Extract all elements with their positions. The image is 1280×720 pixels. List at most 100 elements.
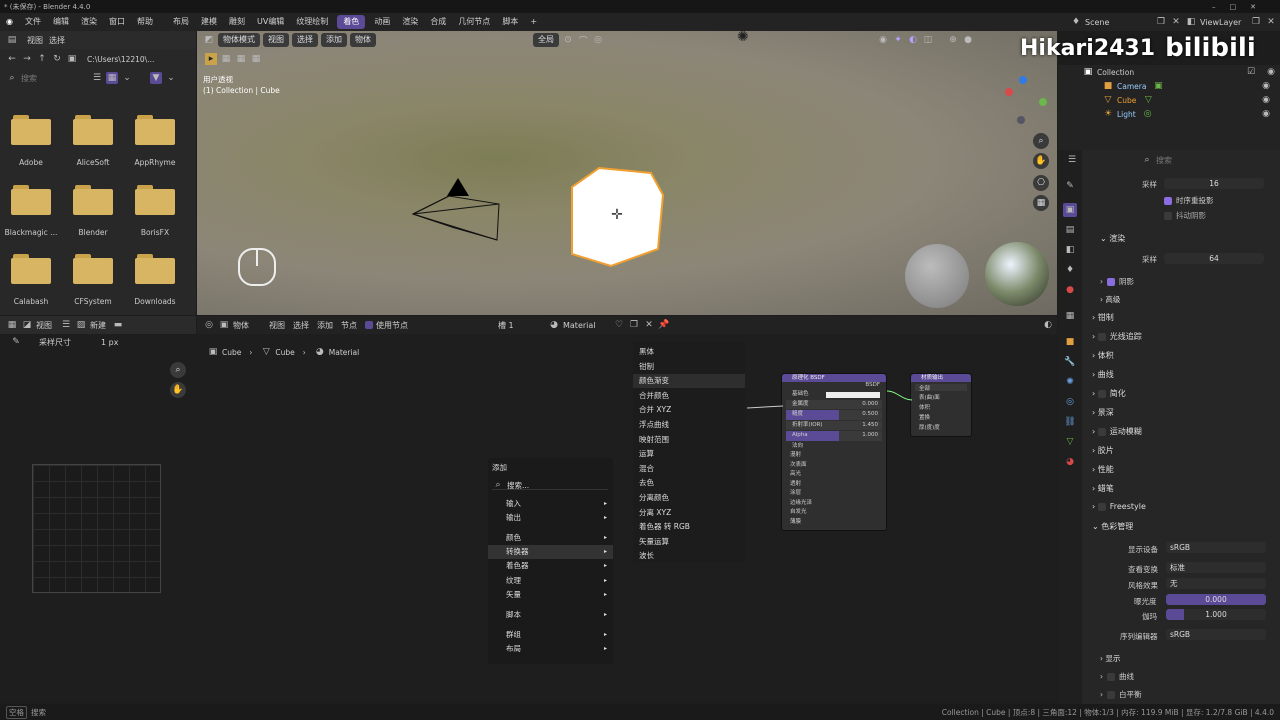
output-socket-thickness[interactable]: 厚(度)度 xyxy=(911,423,971,433)
add-menu-item-color[interactable]: 颜色 ▸ xyxy=(488,531,613,545)
camera-object[interactable] xyxy=(407,166,507,246)
tab-compositing[interactable]: 合成 xyxy=(424,13,452,31)
outliner-row[interactable]: ▣ Collection ☑ ◉ xyxy=(1058,65,1280,79)
light-data-icon[interactable]: ◎ xyxy=(1142,108,1154,120)
ne-add-menu[interactable]: 添加 xyxy=(317,320,333,331)
collection-tab-icon[interactable]: ▦ xyxy=(1064,310,1076,322)
pivot-icon[interactable]: ⊙ xyxy=(562,34,574,46)
tab-rendering[interactable]: 渲染 xyxy=(396,13,424,31)
folder-icon[interactable] xyxy=(73,115,113,145)
list-view-icon[interactable]: ☰ xyxy=(91,72,103,84)
converter-item[interactable]: 分离 XYZ xyxy=(633,506,745,520)
filter-dropdown-icon[interactable]: ⌄ xyxy=(165,72,177,84)
checkbox-icon[interactable] xyxy=(1097,502,1106,511)
new-folder-icon[interactable]: ▣ xyxy=(66,53,78,65)
tab-shading[interactable]: 着色 xyxy=(337,15,366,29)
vp-add-menu[interactable]: 添加 xyxy=(321,33,347,47)
editor-type-icon[interactable]: ◎ xyxy=(203,319,215,331)
copy-material-icon[interactable]: ❐ xyxy=(628,319,640,331)
bsdf-input-row[interactable]: 漫射 xyxy=(782,451,886,461)
checkbox-icon[interactable] xyxy=(1164,211,1172,220)
eye-icon[interactable]: ◉ xyxy=(1260,94,1272,106)
vp-object-menu[interactable]: 物体 xyxy=(350,33,376,47)
pan-hand-icon[interactable]: ✋ xyxy=(170,382,186,398)
bsdf-input-row[interactable]: 薄膜 xyxy=(782,518,886,528)
converter-item[interactable]: 矢量运算 xyxy=(633,535,745,549)
properties-section[interactable]: ⌄ 色彩管理 xyxy=(1092,521,1133,532)
material-tab-icon[interactable]: ◕ xyxy=(1064,456,1076,468)
light-object-icon[interactable]: ✺ xyxy=(737,31,749,45)
scene-name[interactable]: Scene xyxy=(1085,18,1155,27)
eye-icon[interactable]: ◉ xyxy=(1265,66,1277,78)
neg-z-axis-icon[interactable] xyxy=(1017,116,1025,124)
output-tab-icon[interactable]: ▤ xyxy=(1064,224,1076,236)
exposure-field[interactable]: 0.000 xyxy=(1166,594,1266,605)
converter-item[interactable]: 运算 xyxy=(633,447,745,461)
world-tab-icon[interactable]: ● xyxy=(1064,284,1076,296)
display-device-dropdown[interactable]: sRGB xyxy=(1166,542,1266,553)
physics-tab-icon[interactable]: ◎ xyxy=(1064,396,1076,408)
menu-file[interactable]: 文件 xyxy=(19,13,47,31)
object-tab-icon[interactable]: ■ xyxy=(1064,336,1076,348)
close-scene-icon[interactable]: ✕ xyxy=(1170,16,1182,28)
menu-help[interactable]: 帮助 xyxy=(131,13,159,31)
transform-orientation-dropdown[interactable]: 全局 xyxy=(533,33,559,47)
tab-layout[interactable]: 布局 xyxy=(167,13,195,31)
display-subsection[interactable]: › 显示 xyxy=(1100,653,1120,664)
output-target-dropdown[interactable]: 全部 xyxy=(915,384,967,392)
menu-edit[interactable]: 编辑 xyxy=(47,13,75,31)
editor-type-icon[interactable]: ▦ xyxy=(6,319,18,331)
outliner-row[interactable]: ■ Camera ▣ ◉ xyxy=(1058,79,1280,93)
scene-tab-icon[interactable]: ♦ xyxy=(1064,264,1076,276)
bsdf-input-row[interactable]: 法向 xyxy=(782,442,886,452)
properties-section[interactable]: › 体积 xyxy=(1092,350,1114,361)
zoom-icon[interactable]: ⌕ xyxy=(1033,133,1049,149)
checkbox-icon[interactable] xyxy=(1097,389,1106,398)
fb-search-input[interactable]: 搜索 xyxy=(21,73,91,84)
bsdf-input-row[interactable]: 高光 xyxy=(782,470,886,480)
outliner-row[interactable]: ☀ Light ◎ ◉ xyxy=(1058,107,1280,121)
properties-section[interactable]: › 蜡笔 xyxy=(1092,483,1114,494)
shader-type-dropdown[interactable]: 物体 xyxy=(233,320,249,331)
navigation-gizmo[interactable] xyxy=(997,76,1053,132)
copy-scene-icon[interactable]: ❐ xyxy=(1155,16,1167,28)
copy-layer-icon[interactable]: ❐ xyxy=(1250,16,1262,28)
jitter-shadows-row[interactable]: 抖动阴影 xyxy=(1164,210,1206,221)
back-icon[interactable]: ← xyxy=(6,53,18,65)
add-workspace-button[interactable]: + xyxy=(524,13,543,31)
thumbnail-view-icon[interactable]: ▦ xyxy=(106,72,118,84)
constraints-tab-icon[interactable]: ⛓ xyxy=(1064,416,1076,428)
converter-item[interactable]: 浮点曲线 xyxy=(633,418,745,432)
look-dropdown[interactable]: 无 xyxy=(1166,578,1266,589)
curves-subsection[interactable]: › 曲线 xyxy=(1100,671,1134,682)
select-mode-icon[interactable]: ▦ xyxy=(235,53,247,65)
camera-data-icon[interactable]: ▣ xyxy=(1152,80,1164,92)
bsdf-input-row[interactable]: 自发光 xyxy=(782,508,886,518)
select-mode-icon[interactable]: ▦ xyxy=(220,53,232,65)
properties-section[interactable]: › 钳制 xyxy=(1092,312,1114,323)
properties-section[interactable]: › 性能 xyxy=(1092,464,1114,475)
tab-geometry-nodes[interactable]: 几何节点 xyxy=(452,13,496,31)
forward-icon[interactable]: → xyxy=(21,53,33,65)
render-samples-field[interactable]: 64 xyxy=(1164,253,1264,264)
data-tab-icon[interactable]: ▽ xyxy=(1064,436,1076,448)
tab-modeling[interactable]: 建模 xyxy=(195,13,223,31)
checkbox-icon[interactable] xyxy=(1107,672,1115,681)
bsdf-input-row[interactable]: 次表面 xyxy=(782,461,886,471)
shader-editor[interactable]: ◎ ▣ 物体 视图 选择 添加 节点 使用节点 槽 1 ◕ Material ♡… xyxy=(197,316,1057,700)
converter-item[interactable]: 黑体 xyxy=(633,345,745,359)
converter-item[interactable]: 映射范围 xyxy=(633,433,745,447)
bsdf-input-row[interactable]: 折射率(IOR) 1.450 xyxy=(786,420,882,430)
folder-icon[interactable] xyxy=(11,254,51,284)
properties-section[interactable]: › 景深 xyxy=(1092,407,1114,418)
converter-item[interactable]: 分离颜色 xyxy=(633,491,745,505)
tab-animation[interactable]: 动画 xyxy=(368,13,396,31)
folder-icon[interactable] xyxy=(11,115,51,145)
x-axis-icon[interactable] xyxy=(1005,88,1013,96)
view-layer-tab-icon[interactable]: ◧ xyxy=(1064,244,1076,256)
add-menu-item-vector[interactable]: 矢量 ▸ xyxy=(488,588,613,602)
camera-view-icon[interactable]: ⎔ xyxy=(1033,175,1049,191)
folder-icon[interactable] xyxy=(73,185,113,215)
solid-shading-icon[interactable]: ● xyxy=(962,34,974,46)
use-nodes-checkbox[interactable] xyxy=(365,321,373,329)
